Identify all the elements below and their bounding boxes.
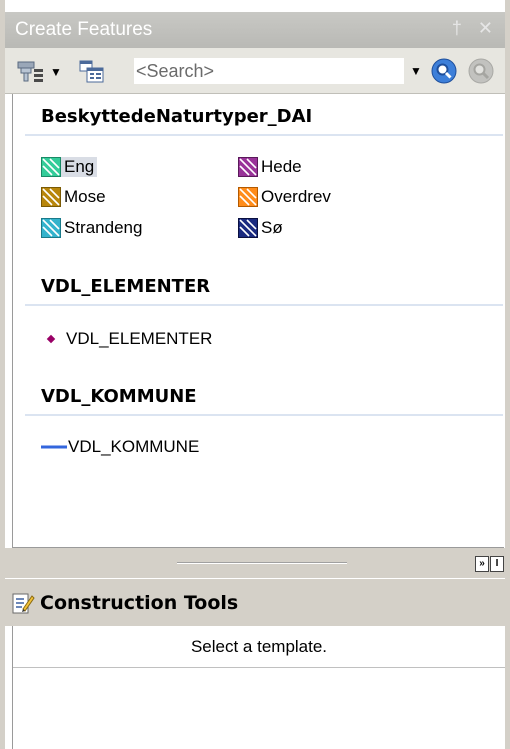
template-overdrev[interactable]: Overdrev	[238, 186, 334, 208]
template-label: Mose	[64, 187, 106, 206]
polygon-symbol-icon	[41, 218, 61, 238]
template-mose[interactable]: Mose	[41, 186, 109, 208]
construction-tools-icon	[12, 593, 35, 613]
polygon-symbol-icon	[238, 218, 258, 238]
construction-tools-message: Select a template.	[190, 636, 328, 656]
line-symbol-icon	[41, 444, 67, 450]
polygon-symbol-icon	[238, 187, 258, 207]
splitter-grip[interactable]	[177, 562, 347, 564]
close-icon[interactable]: ✕	[478, 18, 493, 39]
collapse-pane-button[interactable]: »	[475, 556, 489, 572]
template-label: Strandeng	[64, 218, 143, 237]
titlebar-buttons: † ✕	[452, 18, 493, 39]
organize-templates-button[interactable]	[79, 60, 105, 84]
search-button[interactable]	[430, 57, 458, 85]
window-titlebar[interactable]: Create Features † ✕	[5, 12, 505, 48]
filter-templates-button[interactable]: ▼	[17, 61, 62, 83]
point-symbol-icon	[43, 334, 59, 344]
layer-heading: BeskyttedeNaturtyper_DAI	[41, 106, 313, 127]
filter-dropdown-arrow-icon[interactable]: ▼	[50, 65, 62, 79]
template-hede[interactable]: Hede	[238, 156, 305, 178]
search-dropdown-arrow-icon[interactable]: ▼	[410, 64, 422, 78]
polygon-symbol-icon	[41, 157, 61, 177]
template-so[interactable]: Sø	[238, 217, 286, 239]
templates-list: BeskyttedeNaturtyper_DAI Eng Hede Mose O…	[12, 94, 504, 548]
template-label: VDL_KOMMUNE	[68, 437, 200, 456]
panel-right-border	[505, 0, 510, 749]
construction-tools-message-row: Select a template.	[13, 626, 505, 668]
layer-divider	[25, 304, 503, 306]
clear-search-button[interactable]	[467, 57, 495, 85]
template-label: Sø	[261, 218, 283, 237]
filter-templates-icon	[17, 61, 43, 82]
restore-pane-button[interactable]: I	[490, 556, 504, 572]
toolbar: ▼ ▼	[5, 48, 505, 94]
organize-templates-icon	[79, 60, 104, 83]
polygon-symbol-icon	[41, 187, 61, 207]
clear-search-icon	[468, 58, 494, 84]
template-eng[interactable]: Eng	[41, 156, 98, 178]
template-label: Eng	[61, 157, 98, 177]
pin-icon[interactable]: †	[452, 18, 462, 39]
template-vdl-elementer[interactable]: VDL_ELEMENTER	[43, 328, 215, 350]
search-input[interactable]	[133, 57, 405, 85]
pane-splitter[interactable]: » I	[5, 548, 505, 578]
construction-tools-title: Construction Tools	[40, 591, 239, 614]
template-vdl-kommune[interactable]: VDL_KOMMUNE	[41, 436, 202, 458]
panel-left-border	[0, 0, 5, 749]
window-title: Create Features	[15, 19, 153, 40]
construction-tools-list: Select a template.	[12, 626, 505, 749]
template-label: VDL_ELEMENTER	[66, 329, 213, 348]
template-strandeng[interactable]: Strandeng	[41, 217, 145, 239]
create-features-panel: Create Features † ✕ ▼ <Search> ▼ Beskytt…	[0, 0, 510, 749]
polygon-symbol-icon	[238, 157, 258, 177]
construction-tools-header: Construction Tools	[5, 578, 505, 626]
layer-divider	[25, 134, 503, 136]
layer-divider	[25, 414, 503, 416]
layer-heading: VDL_KOMMUNE	[41, 386, 197, 407]
layer-heading: VDL_ELEMENTER	[41, 276, 211, 297]
magnifier-icon	[431, 58, 457, 84]
template-label: Overdrev	[261, 187, 331, 206]
template-label: Hede	[261, 157, 302, 176]
